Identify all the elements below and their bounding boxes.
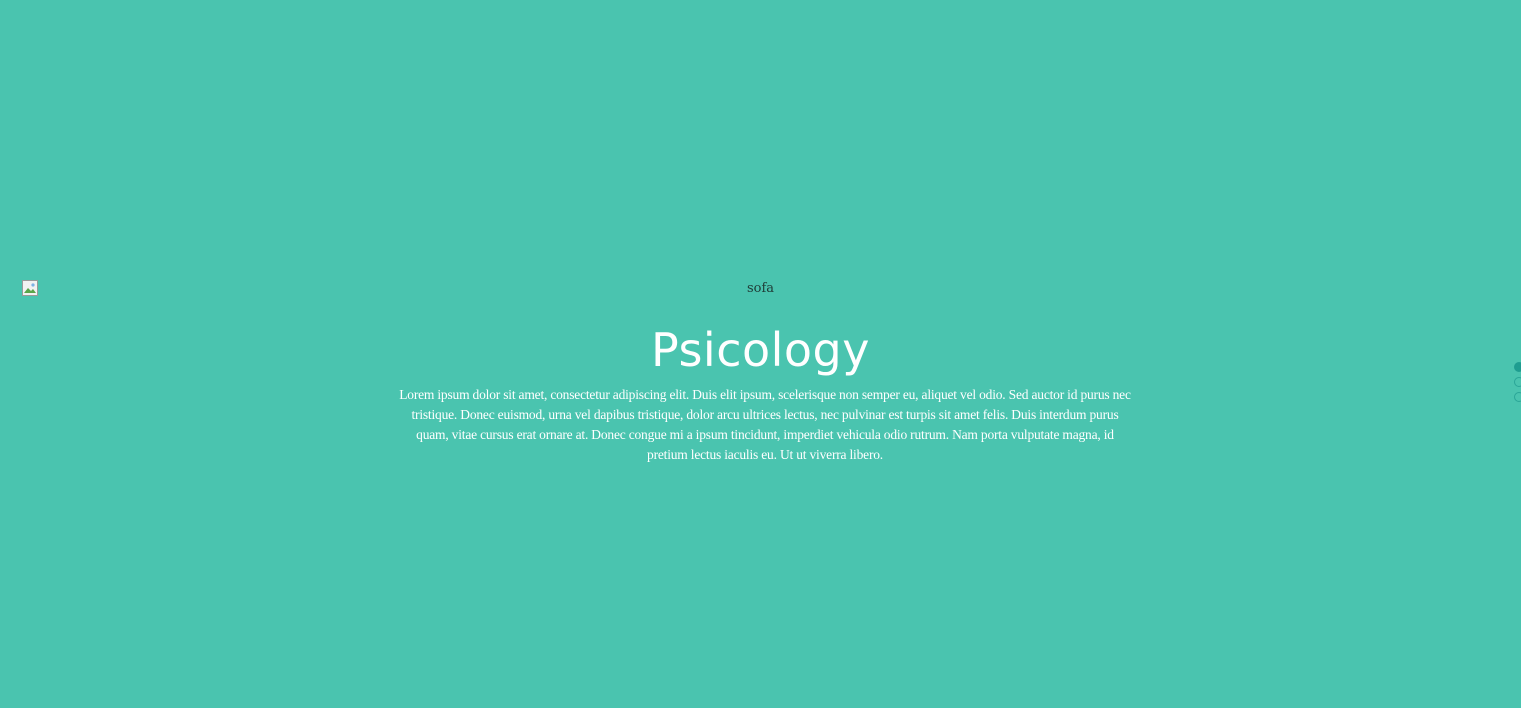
slide-title: Psicology [651, 323, 870, 377]
slide-pagination [1514, 362, 1521, 407]
pagination-dot-1[interactable] [1514, 362, 1521, 372]
pagination-dot-3[interactable] [1514, 392, 1521, 402]
pagination-dot-2[interactable] [1514, 377, 1521, 387]
slide-image-alt-text: sofa [746, 281, 775, 296]
slide-description: Lorem ipsum dolor sit amet, consectetur … [399, 387, 1131, 462]
